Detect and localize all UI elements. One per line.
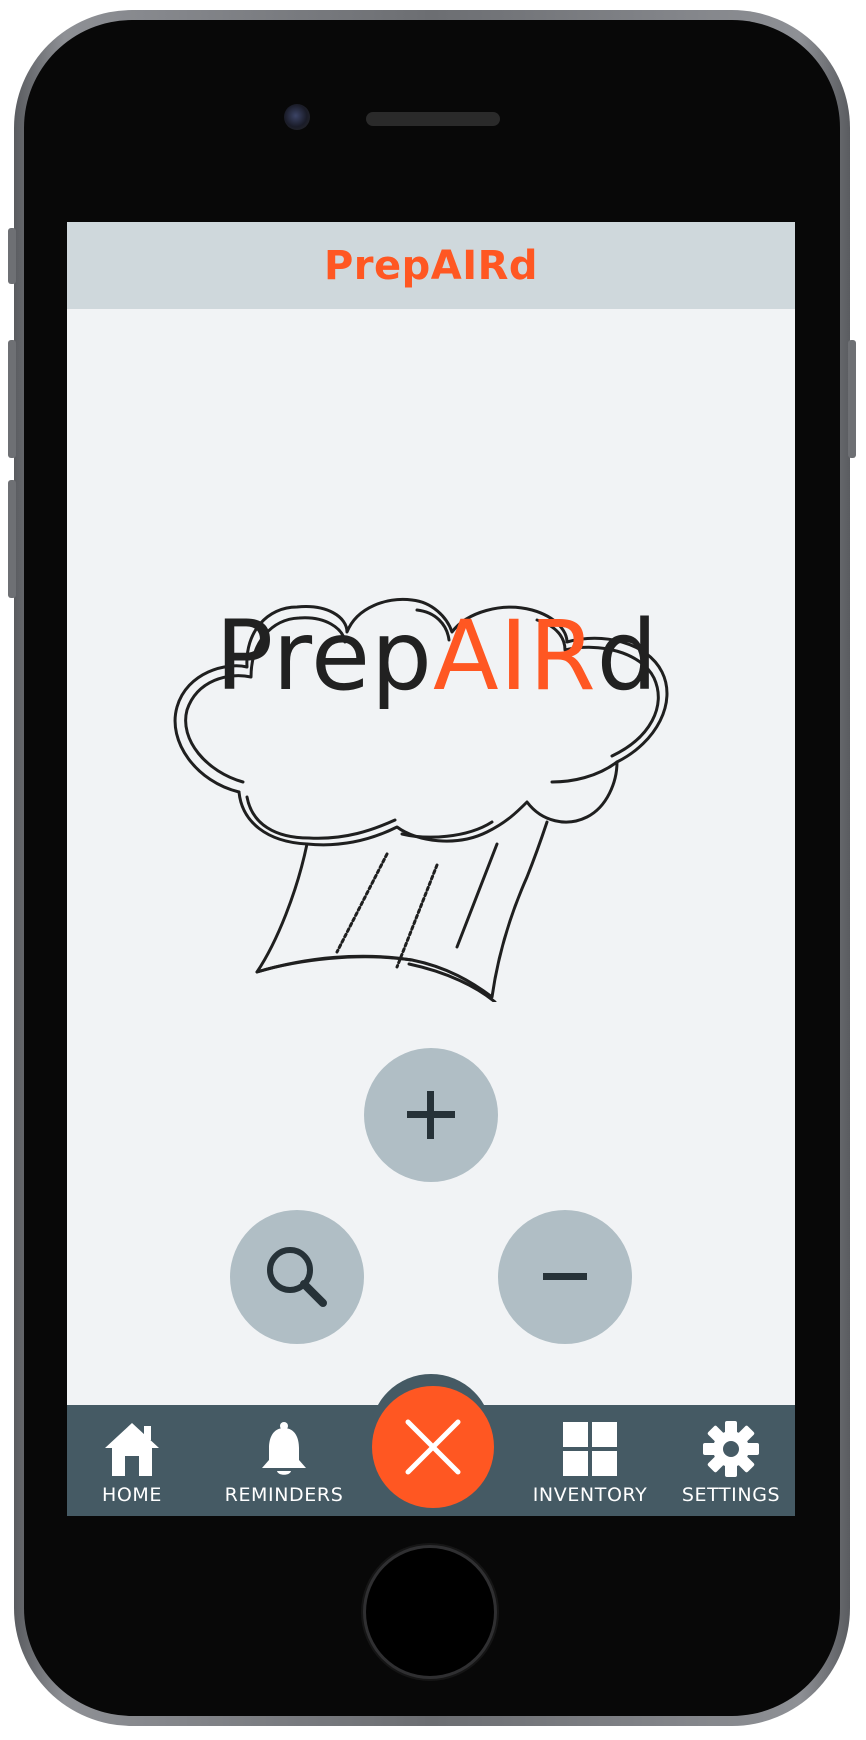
close-fab-button[interactable] [372, 1386, 494, 1508]
nav-home-label: HOME [101, 1484, 163, 1506]
nav-inventory[interactable]: INVENTORY [515, 1405, 665, 1516]
nav-inventory-label: INVENTORY [532, 1484, 648, 1506]
gear-icon [703, 1421, 759, 1477]
close-icon [405, 1419, 461, 1475]
bell-icon [262, 1422, 306, 1475]
speaker-grille [366, 112, 500, 126]
power-button [848, 340, 856, 458]
chef-hat-logo: PrepAIRd [147, 482, 727, 1004]
volume-up-button [8, 340, 16, 458]
nav-reminders-label: REMINDERS [224, 1484, 344, 1506]
camera [284, 104, 310, 130]
remove-button[interactable] [498, 1210, 632, 1344]
search-icon [267, 1247, 327, 1307]
volume-down-button [8, 480, 16, 598]
mute-switch [8, 228, 16, 284]
search-button[interactable] [230, 1210, 364, 1344]
plus-icon [407, 1091, 455, 1139]
grid-icon [563, 1422, 617, 1476]
chef-hat-icon [173, 597, 669, 1004]
logo-wordmark: PrepAIRd [147, 600, 727, 712]
nav-home[interactable]: HOME [87, 1405, 177, 1516]
nav-settings-label: SETTINGS [681, 1484, 781, 1506]
logo-text-accent: AIR [432, 600, 597, 712]
home-hardware-button[interactable] [366, 1548, 494, 1676]
logo-text-suffix: d [596, 600, 659, 712]
app-title: PrepAIRd [323, 242, 539, 289]
add-button[interactable] [364, 1048, 498, 1182]
app-screen: PrepAIRd PrepAIRd HOME REMINDERS INVENTO… [67, 222, 795, 1516]
home-icon [105, 1423, 159, 1476]
app-header: PrepAIRd [67, 222, 795, 309]
nav-reminders[interactable]: REMINDERS [209, 1405, 359, 1516]
logo-text-prefix: Prep [215, 600, 433, 712]
nav-settings[interactable]: SETTINGS [673, 1405, 789, 1516]
minus-icon [543, 1273, 587, 1280]
